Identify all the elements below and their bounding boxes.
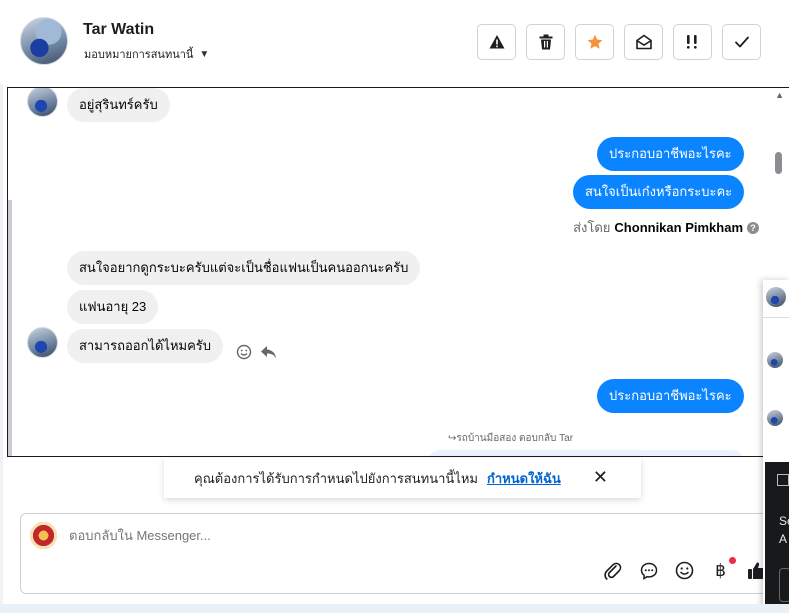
paperclip-icon bbox=[603, 562, 621, 580]
outgoing-message[interactable]: ประกอบอาชีพอะไรคะ bbox=[597, 137, 744, 171]
assign-dropdown[interactable]: มอบหมายการสนทนานี้ ▼ bbox=[84, 45, 209, 63]
warning-icon bbox=[489, 35, 504, 49]
help-icon[interactable]: ? bbox=[747, 221, 759, 234]
trash-icon bbox=[539, 34, 552, 50]
sent-by-name: Chonnikan Pimkham bbox=[614, 220, 743, 235]
sent-by-line: ส่งโดย Chonnikan Pimkham ? bbox=[573, 217, 759, 238]
outgoing-message[interactable]: ประกอบอาชีพอะไรคะ bbox=[597, 379, 744, 413]
assign-to-me-link[interactable]: กำหนดให้ฉัน bbox=[487, 468, 561, 489]
report-button[interactable] bbox=[477, 24, 516, 60]
incoming-message[interactable]: สนใจอยากดูกระบะครับแต่จะเป็นชื่อแฟนเป็นค… bbox=[67, 251, 421, 285]
emoji-icon bbox=[675, 561, 694, 580]
side-avatar[interactable] bbox=[766, 287, 786, 307]
emoji-button[interactable] bbox=[673, 559, 696, 582]
baht-icon: ฿ bbox=[715, 560, 726, 580]
side-dark-panel: Se A bbox=[765, 462, 789, 613]
check-icon bbox=[734, 36, 749, 48]
mark-unread-button[interactable] bbox=[624, 24, 663, 60]
contact-avatar[interactable] bbox=[20, 17, 68, 65]
assign-label: มอบหมายการสนทนานี้ bbox=[84, 49, 194, 61]
reply-composer: ฿ bbox=[20, 513, 789, 594]
notification-dot bbox=[729, 557, 736, 564]
chat-bubble-icon bbox=[640, 562, 657, 580]
conversation-header: Tar Watin มอบหมายการสนทนานี้ ▼ bbox=[0, 0, 789, 84]
outgoing-message[interactable]: สนใจเป็นเก๋งหรือกระบะคะ bbox=[573, 175, 745, 209]
sent-by-prefix: ส่งโดย bbox=[573, 220, 611, 235]
sender-avatar[interactable] bbox=[27, 88, 58, 117]
close-icon[interactable]: ✕ bbox=[593, 468, 608, 486]
message-actions bbox=[236, 344, 277, 360]
side-avatar[interactable] bbox=[767, 410, 783, 426]
incoming-message[interactable]: สามารถออกได้ไหมครับ bbox=[67, 329, 224, 363]
exclamation-icon bbox=[686, 35, 697, 49]
conversation-toolbar bbox=[477, 24, 761, 60]
left-scroll-rail[interactable] bbox=[8, 200, 12, 456]
left-edge bbox=[0, 84, 3, 604]
attach-button[interactable] bbox=[601, 559, 624, 582]
smiley-icon[interactable] bbox=[236, 344, 252, 360]
partial-message bbox=[428, 450, 744, 456]
side-text-1: Se bbox=[779, 514, 789, 528]
calendar-icon bbox=[777, 474, 789, 486]
star-icon bbox=[587, 34, 602, 49]
follow-up-button[interactable] bbox=[673, 24, 712, 60]
scrollbar-thumb[interactable] bbox=[775, 152, 782, 174]
assign-prompt: คุณต้องการได้รับการกำหนดไปยังการสนทนานี้… bbox=[164, 458, 641, 498]
sender-avatar[interactable] bbox=[27, 327, 58, 358]
delete-button[interactable] bbox=[526, 24, 565, 60]
envelope-open-icon bbox=[635, 34, 652, 50]
reply-meta: ↪รถบ้านมือสอง ตอบกลับ Tar bbox=[448, 433, 574, 444]
side-divider bbox=[763, 317, 789, 318]
inbox-conversation-view: Tar Watin มอบหมายการสนทนานี้ ▼ อยู่สุริน… bbox=[0, 0, 789, 613]
payment-button[interactable]: ฿ bbox=[709, 557, 736, 582]
star-button[interactable] bbox=[575, 24, 614, 60]
reply-input[interactable] bbox=[69, 528, 569, 543]
saved-replies-button[interactable] bbox=[637, 559, 660, 582]
assign-prompt-text: คุณต้องการได้รับการกำหนดไปยังการสนทนานี้… bbox=[194, 470, 478, 486]
bottom-strip bbox=[0, 604, 789, 613]
reply-icon[interactable] bbox=[260, 345, 277, 360]
incoming-message[interactable]: แฟนอายุ 23 bbox=[67, 290, 159, 324]
side-button[interactable] bbox=[779, 568, 789, 602]
side-text-2: A bbox=[779, 532, 788, 546]
scroll-up-arrow-icon[interactable]: ▲ bbox=[775, 90, 784, 100]
mark-done-button[interactable] bbox=[722, 24, 761, 60]
side-avatar[interactable] bbox=[767, 352, 783, 368]
incoming-message[interactable]: อยู่สุรินทร์ครับ bbox=[67, 88, 170, 122]
composer-tools: ฿ bbox=[601, 557, 768, 582]
caret-down-icon: ▼ bbox=[199, 48, 210, 60]
message-thread[interactable]: อยู่สุรินทร์ครับ ประกอบอาชีพอะไรคะ สนใจเ… bbox=[7, 87, 789, 457]
contact-name[interactable]: Tar Watin bbox=[83, 21, 154, 39]
page-avatar bbox=[30, 522, 57, 549]
